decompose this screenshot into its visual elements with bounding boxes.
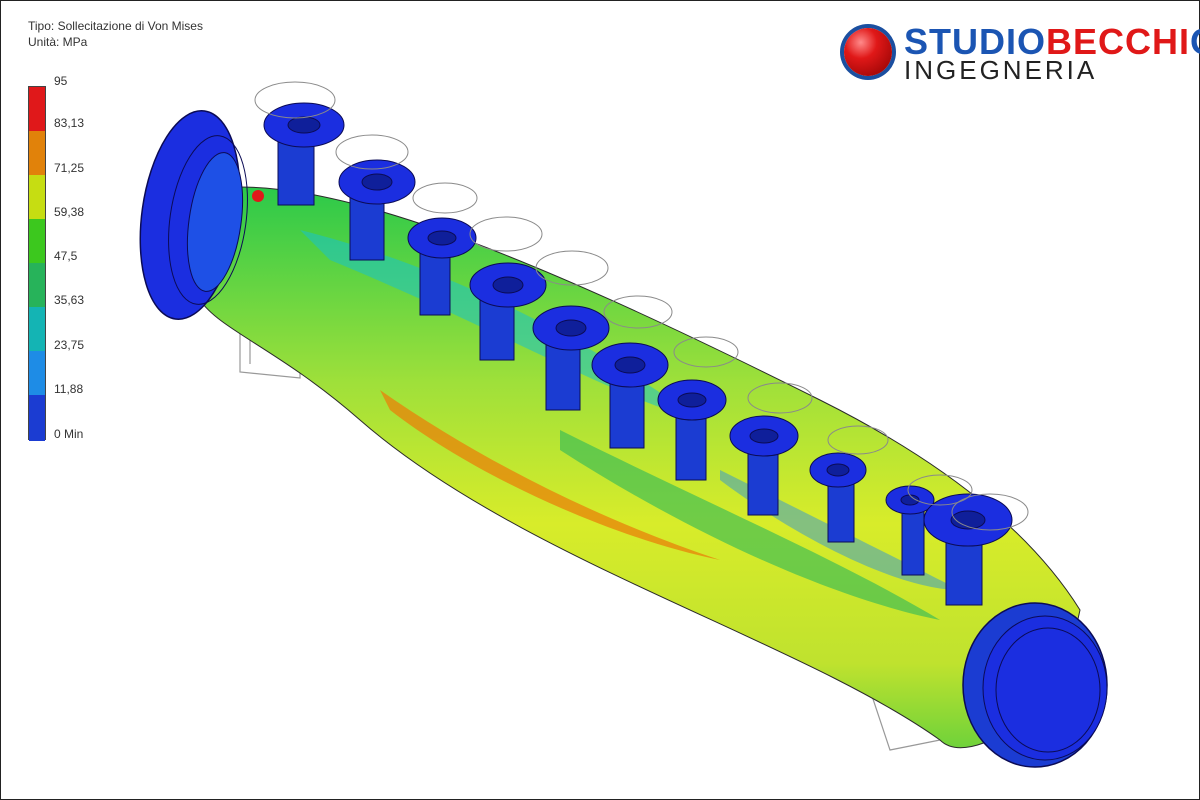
outlet-end-cap (962, 602, 1108, 768)
pipe-body (199, 186, 1081, 749)
fea-model-view (139, 81, 1108, 768)
